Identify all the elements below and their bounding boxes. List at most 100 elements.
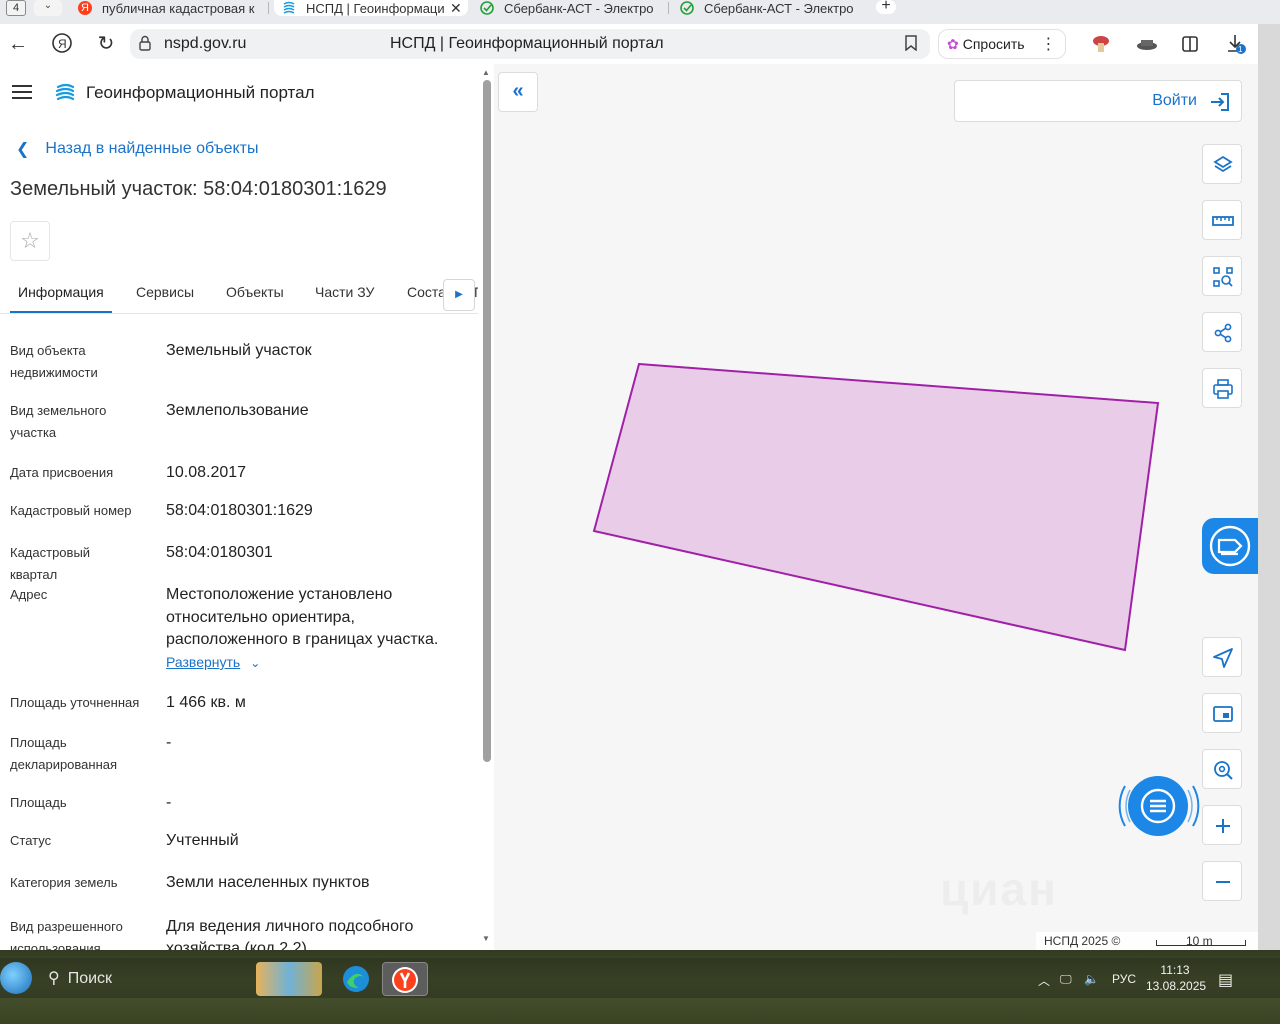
favorite-star-icon[interactable]: ☆ — [10, 221, 50, 261]
scroll-up-arrow-icon[interactable]: ▲ — [482, 68, 490, 77]
scrollbar-thumb[interactable] — [483, 80, 491, 762]
tab-close-icon[interactable]: ✕ — [450, 0, 462, 16]
tab-title: публичная кадастровая к — [102, 0, 255, 16]
sparkle-icon: ✿ — [947, 35, 959, 52]
windows-start-icon[interactable] — [0, 962, 32, 994]
share-icon — [1214, 323, 1232, 343]
sber-icon — [480, 1, 494, 15]
ruler-button[interactable] — [1202, 200, 1242, 240]
browser-tab-4[interactable]: Сбербанк-АСТ - Электро — [680, 0, 860, 16]
browser-tab-3[interactable]: Сбербанк-АСТ - Электро — [480, 0, 660, 16]
plus-icon — [1216, 819, 1230, 833]
chat-fab-button[interactable] — [1116, 770, 1202, 842]
print-button[interactable] — [1202, 368, 1242, 408]
geolocation-button[interactable] — [1202, 637, 1242, 677]
taskbar-app-city[interactable] — [256, 962, 322, 996]
url-field[interactable]: nspd.gov.ru НСПД | Геоинформационный пор… — [130, 29, 930, 59]
field-label: Категория земель — [10, 875, 118, 890]
area-select-icon — [1213, 267, 1233, 287]
volume-muted-icon[interactable]: 🔈 — [1084, 972, 1099, 986]
field-value: 1 466 кв. м — [166, 694, 246, 711]
ask-alice-button[interactable]: ✿ Спросить ⋮ — [938, 29, 1066, 59]
field-value: Земли населенных пунктов — [166, 874, 370, 891]
share-button[interactable] — [1202, 312, 1242, 352]
field-value: - — [166, 794, 172, 811]
cian-watermark: циан — [940, 862, 1058, 916]
zoom-out-button[interactable] — [1202, 861, 1242, 901]
tab-parts[interactable]: Части ЗУ — [315, 284, 374, 300]
tab-title: НСПД | Геоинформаци — [306, 0, 444, 16]
nspd-icon — [282, 1, 296, 15]
field-label: Площадь — [10, 795, 67, 810]
edge-browser-icon[interactable] — [336, 962, 376, 996]
reload-icon[interactable]: ↻ — [94, 32, 118, 56]
yandex-icon: Я — [78, 1, 92, 15]
browser-address-bar: ← Я ↻ nspd.gov.ru НСПД | Геоинформационн… — [0, 24, 1258, 64]
browser-tab-2[interactable]: НСПД | Геоинформаци ✕ — [274, 0, 468, 16]
tab-composition[interactable]: Соста — [407, 284, 446, 300]
action-center-icon[interactable]: ▤ — [1218, 970, 1233, 990]
tab-objects[interactable]: Объекты — [226, 284, 284, 300]
login-button[interactable]: Войти — [954, 80, 1242, 122]
tab-counter[interactable]: 4 — [6, 0, 26, 16]
browser-tab-1[interactable]: Я публичная кадастровая к — [78, 0, 266, 16]
field-label: Кадастровый номер — [10, 503, 132, 518]
field-label: Статус — [10, 833, 52, 848]
ruler-icon — [1212, 216, 1234, 226]
tray-chevron-up-icon[interactable]: ︿ — [1038, 972, 1050, 989]
locate-search-button[interactable] — [1202, 749, 1242, 789]
minimap-icon — [1213, 706, 1233, 722]
support-widget[interactable] — [1202, 518, 1262, 574]
network-icon[interactable]: 🖵 — [1060, 972, 1072, 987]
more-dots-icon[interactable]: ⋮ — [1041, 34, 1057, 54]
field-label: Дата присвоения — [10, 465, 114, 480]
scale-label: 10 m — [1186, 934, 1213, 948]
ask-label: Спросить — [962, 36, 1025, 52]
field-label: Вид земельного участка — [10, 403, 107, 440]
zoom-in-button[interactable] — [1202, 805, 1242, 845]
bookmark-icon[interactable] — [904, 35, 918, 56]
scroll-down-arrow-icon[interactable]: ▼ — [482, 934, 490, 943]
back-arrow-icon[interactable]: ← — [6, 32, 30, 56]
field-label: Вид объекта недвижимости — [10, 343, 98, 380]
tab-information[interactable]: Информация — [18, 284, 104, 300]
layers-icon — [1213, 155, 1233, 173]
yandex-home-icon[interactable]: Я — [50, 32, 74, 56]
lock-icon — [139, 35, 151, 51]
tab-services[interactable]: Сервисы — [136, 284, 194, 300]
expand-label: Развернуть — [166, 654, 241, 670]
minimap-button[interactable] — [1202, 693, 1242, 733]
chevron-down-icon: ⌄ — [250, 656, 261, 670]
field-value: 10.08.2017 — [166, 464, 247, 481]
land-parcel-polygon[interactable] — [592, 362, 1160, 652]
field-value: Земельный участок — [166, 342, 312, 359]
login-label: Войти — [1152, 92, 1197, 109]
support-chat-icon — [1209, 525, 1251, 567]
extensions-puzzle-icon[interactable] — [1180, 33, 1202, 55]
tabs-scroll-right-icon[interactable]: ▶ — [443, 279, 475, 311]
address-value: Местоположение установлено относительно … — [166, 586, 439, 648]
back-to-results-link[interactable]: ❮ Назад в найденные объекты — [16, 139, 259, 159]
field-label: Вид разрешенного использования — [10, 919, 123, 950]
taskbar-search[interactable]: ⚲ Поиск — [48, 968, 112, 988]
login-arrow-icon — [1211, 93, 1229, 111]
area-select-button[interactable] — [1202, 256, 1242, 296]
language-indicator[interactable]: РУС — [1112, 972, 1136, 986]
yandex-browser-taskbar-icon[interactable] — [382, 962, 428, 996]
field-value: Землепользование — [166, 402, 309, 419]
downloads-icon[interactable] — [1224, 33, 1246, 55]
collapse-panel-icon[interactable]: « — [498, 72, 538, 112]
hamburger-menu-icon[interactable] — [12, 85, 32, 99]
map-attribution: НСПД 2025 © 10 m — [1036, 932, 1258, 950]
chevron-left-icon: ❮ — [16, 141, 30, 158]
copyright-text: НСПД 2025 © — [1044, 934, 1121, 948]
expand-address-link[interactable]: Развернуть ⌄ — [166, 654, 260, 672]
extension-mushroom-icon[interactable] — [1090, 33, 1112, 55]
taskbar-clock[interactable]: 11:13 13.08.2025 — [1146, 962, 1206, 994]
layers-button[interactable] — [1202, 144, 1242, 184]
sber-icon — [680, 1, 694, 15]
portal-title: Геоинформационный портал — [86, 83, 315, 102]
new-tab-plus-icon[interactable]: + — [876, 0, 896, 14]
tab-list-chevron-icon[interactable]: ⌄ — [34, 0, 62, 16]
extension-hat-icon[interactable] — [1136, 33, 1158, 55]
